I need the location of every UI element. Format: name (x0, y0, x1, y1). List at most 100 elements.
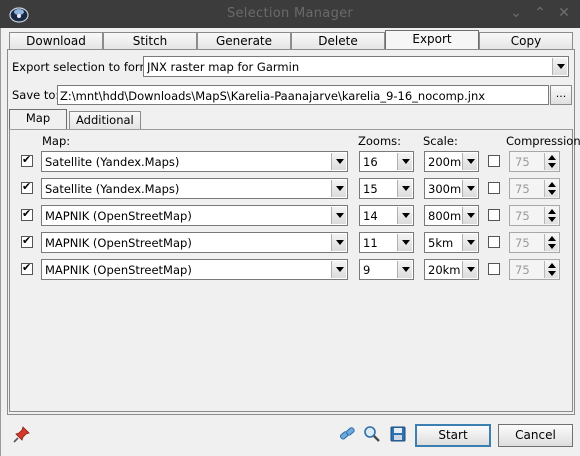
tab-generate[interactable]: Generate (197, 32, 291, 50)
start-button[interactable]: Start (415, 424, 491, 447)
map-select-value: MAPNIK (OpenStreetMap) (45, 263, 192, 277)
export-format-value: JNX raster map for Garmin (147, 60, 300, 74)
pin-icon[interactable] (13, 425, 31, 443)
zoom-select[interactable]: 9 (359, 259, 414, 280)
tab-map[interactable]: Map (9, 109, 67, 130)
tab-copy[interactable]: Copy (479, 32, 573, 50)
scale-select[interactable]: 300m (424, 178, 479, 199)
spin-up-icon[interactable] (548, 155, 556, 160)
compression-spinner[interactable]: 75 (509, 232, 560, 253)
map-select[interactable]: Satellite (Yandex.Maps) (41, 178, 348, 199)
spin-down-icon[interactable] (548, 163, 556, 168)
spin-up-icon[interactable] (548, 209, 556, 214)
row-enable-checkbox[interactable] (21, 261, 33, 275)
export-format-label: Export selection to format (12, 60, 163, 74)
map-select[interactable]: MAPNIK (OpenStreetMap) (41, 205, 348, 226)
compression-checkbox[interactable] (488, 209, 500, 221)
chevron-down-icon[interactable] (397, 234, 412, 251)
zoom-select-value: 9 (363, 263, 371, 277)
maximize-button[interactable]: ⌃ (532, 5, 548, 21)
scale-select[interactable]: 20km (424, 259, 479, 280)
tab-additional[interactable]: Additional (69, 111, 141, 129)
compression-value: 75 (515, 236, 530, 250)
chevron-down-icon[interactable] (462, 234, 477, 251)
compression-checkbox[interactable] (488, 155, 500, 167)
compression-value: 75 (515, 182, 530, 196)
magnifier-icon[interactable] (363, 425, 381, 443)
scale-select-value: 5km (428, 236, 454, 250)
chevron-down-icon[interactable] (462, 153, 477, 170)
compression-spinner[interactable]: 75 (509, 178, 560, 199)
map-select-value: MAPNIK (OpenStreetMap) (45, 236, 192, 250)
spin-down-icon[interactable] (548, 217, 556, 222)
row-enable-checkbox[interactable] (21, 180, 33, 194)
chevron-down-icon[interactable] (552, 58, 567, 75)
chevron-down-icon[interactable] (397, 207, 412, 224)
spin-down-icon[interactable] (548, 190, 556, 195)
browse-button[interactable]: ... (550, 85, 572, 105)
scale-select[interactable]: 800m (424, 205, 479, 226)
zoom-select-value: 16 (363, 155, 378, 169)
row-enable-checkbox[interactable] (21, 207, 33, 221)
chevron-down-icon[interactable] (462, 180, 477, 197)
spin-down-icon[interactable] (548, 271, 556, 276)
export-format-select[interactable]: JNX raster map for Garmin (143, 56, 569, 77)
compression-checkbox[interactable] (488, 236, 500, 248)
compression-checkbox[interactable] (488, 263, 500, 275)
zoom-select-value: 11 (363, 236, 378, 250)
chevron-down-icon[interactable] (462, 207, 477, 224)
chevron-down-icon[interactable] (397, 153, 412, 170)
save-to-label: Save to: (12, 88, 60, 102)
row-enable-checkbox[interactable] (21, 153, 33, 167)
minimize-button[interactable]: ⌄ (508, 5, 524, 21)
chevron-down-icon[interactable] (397, 180, 412, 197)
map-select-value: Satellite (Yandex.Maps) (45, 182, 180, 196)
window-title: Selection Manager (226, 6, 354, 21)
chevron-down-icon[interactable] (331, 261, 346, 278)
map-select[interactable]: Satellite (Yandex.Maps) (41, 151, 348, 172)
compression-spinner[interactable]: 75 (509, 259, 560, 280)
sub-tabs: Map Additional (9, 109, 141, 130)
link-icon[interactable] (338, 425, 356, 443)
spin-up-icon[interactable] (548, 182, 556, 187)
compression-value: 75 (515, 155, 530, 169)
map-select[interactable]: MAPNIK (OpenStreetMap) (41, 259, 348, 280)
tab-delete[interactable]: Delete (291, 32, 385, 50)
zoom-select[interactable]: 14 (359, 205, 414, 226)
close-button[interactable]: ✕ (556, 5, 572, 21)
chevron-down-icon[interactable] (462, 261, 477, 278)
zoom-select[interactable]: 11 (359, 232, 414, 253)
save-path-input[interactable]: Z:\mnt\hdd\Downloads\MapS\Karelia-Paanaj… (57, 85, 549, 105)
compression-checkbox[interactable] (488, 182, 500, 194)
cancel-button[interactable]: Cancel (498, 424, 573, 447)
compression-spinner[interactable]: 75 (509, 151, 560, 172)
spin-down-icon[interactable] (548, 244, 556, 249)
chevron-down-icon[interactable] (331, 153, 346, 170)
zoom-select[interactable]: 15 (359, 178, 414, 199)
selection-manager-window: Download Stitch Generate Delete Export C… (0, 28, 580, 456)
map-select[interactable]: MAPNIK (OpenStreetMap) (41, 232, 348, 253)
compression-value: 75 (515, 263, 530, 277)
chevron-down-icon[interactable] (331, 234, 346, 251)
tab-download[interactable]: Download (9, 32, 103, 50)
scale-select[interactable]: 200m (424, 151, 479, 172)
map-column-header: Map: (42, 134, 71, 148)
row-enable-checkbox[interactable] (21, 234, 33, 248)
scale-select[interactable]: 5km (424, 232, 479, 253)
chevron-down-icon[interactable] (397, 261, 412, 278)
compression-spinner[interactable]: 75 (509, 205, 560, 226)
save-path-value: Z:\mnt\hdd\Downloads\MapS\Karelia-Paanaj… (60, 89, 486, 103)
save-icon[interactable] (389, 425, 407, 443)
tab-stitch[interactable]: Stitch (103, 32, 197, 50)
main-tabs: Download Stitch Generate Delete Export C… (9, 30, 573, 50)
spin-up-icon[interactable] (548, 236, 556, 241)
chevron-down-icon[interactable] (331, 207, 346, 224)
chevron-down-icon[interactable] (331, 180, 346, 197)
zoom-select[interactable]: 16 (359, 151, 414, 172)
spin-up-icon[interactable] (548, 263, 556, 268)
scale-select-value: 800m (428, 209, 462, 223)
tab-export[interactable]: Export (385, 30, 479, 50)
map-select-value: Satellite (Yandex.Maps) (45, 155, 180, 169)
scale-select-value: 200m (428, 155, 462, 169)
scale-column-header: Scale: (423, 134, 458, 148)
